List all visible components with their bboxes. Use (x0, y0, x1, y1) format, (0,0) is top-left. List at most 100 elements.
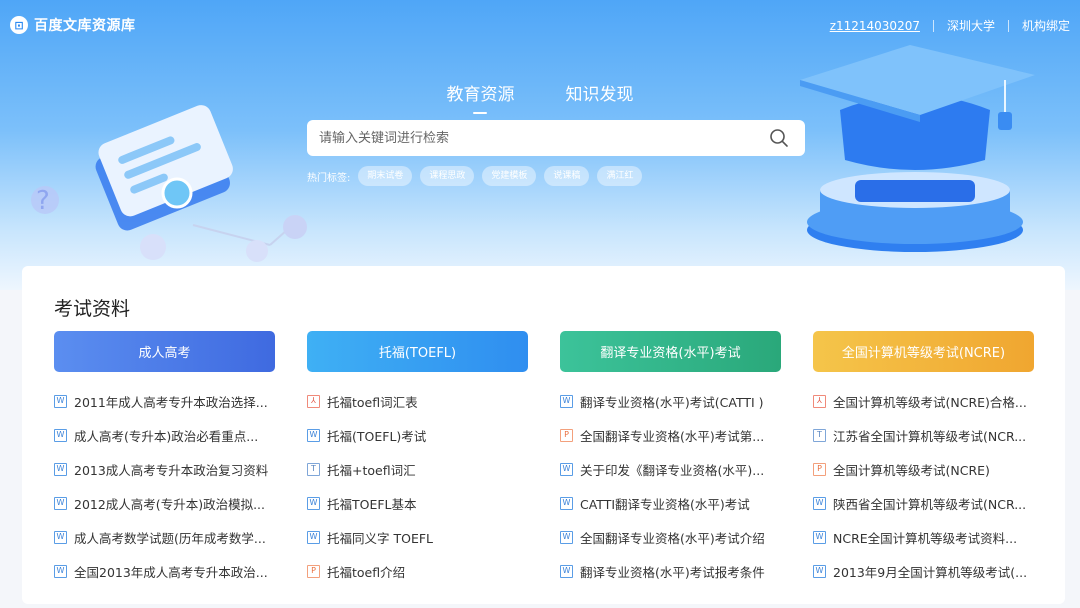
word-file-icon: W (560, 564, 573, 578)
hot-tag[interactable]: 说课稿 (544, 166, 590, 186)
document-list: W 翻译专业资格(水平)考试(CATTI ) P 全国翻译专业资格(水平)考试第...… (560, 384, 781, 588)
document-list-item[interactable]: W 成人高考(专升本)政治必看重点... (54, 418, 275, 452)
hot-tags: 热门标签: 期末试卷 课程思政 党建模板 说课稿 满江红 (307, 166, 650, 186)
hot-tag[interactable]: 党建模板 (482, 166, 537, 186)
document-title: CATTI翻译专业资格(水平)考试 (580, 496, 750, 512)
ppt-file-icon: P (813, 462, 826, 476)
main-tabs: 教育资源 知识发现 (0, 80, 1080, 114)
document-list-item[interactable]: P 全国计算机等级考试(NCRE) (813, 452, 1034, 486)
document-list-item[interactable]: W 全国2013年成人高考专升本政治... (54, 554, 275, 588)
document-title: 2013年9月全国计算机等级考试(... (833, 564, 1028, 580)
category-column: 托福(TOEFL) ⅄ 托福toefl词汇表 W 托福(TOEFL)考试 T 托福+toef… (307, 331, 528, 588)
document-title: 陕西省全国计算机等级考试(NCR... (833, 496, 1027, 512)
document-title: 全国计算机等级考试(NCRE)合格... (833, 394, 1027, 410)
document-list-item[interactable]: W 成人高考数学试题(历年成考数学... (54, 520, 275, 554)
search-icon[interactable] (769, 128, 789, 148)
document-title: 托福TOEFL基本 (327, 496, 417, 512)
top-links: z11214030207 深圳大学 机构绑定 (830, 17, 1070, 34)
word-file-icon: W (560, 496, 573, 510)
document-list-item[interactable]: W 托福TOEFL基本 (307, 486, 528, 520)
word-file-icon: W (813, 564, 826, 578)
category-header-button[interactable]: 成人高考 (54, 331, 275, 372)
document-list-item[interactable]: W 翻译专业资格(水平)考试报考条件 (560, 554, 781, 588)
word-file-icon: W (54, 394, 67, 408)
svg-text:?: ? (36, 186, 50, 216)
ppt-file-icon: P (307, 564, 320, 578)
search-input[interactable] (307, 120, 747, 156)
logo-text: 百度文库资源库 (34, 18, 136, 34)
pdf-file-icon: ⅄ (813, 394, 826, 408)
document-list: ⅄ 托福toefl词汇表 W 托福(TOEFL)考试 T 托福+toefl词汇 W 托福TOE… (307, 384, 528, 588)
category-column: 全国计算机等级考试(NCRE) ⅄ 全国计算机等级考试(NCRE)合格... T 江苏省… (813, 331, 1034, 588)
document-list-item[interactable]: ⅄ 全国计算机等级考试(NCRE)合格... (813, 384, 1034, 418)
logo-mark-icon: ⊡ (10, 16, 28, 34)
tab-education-resources[interactable]: 教育资源 (446, 80, 514, 114)
word-file-icon: W (54, 462, 67, 476)
document-title: 成人高考数学试题(历年成考数学... (74, 530, 266, 546)
document-list-item[interactable]: W 2013成人高考专升本政治复习资料 (54, 452, 275, 486)
document-list-item[interactable]: P 全国翻译专业资格(水平)考试第... (560, 418, 781, 452)
document-list-item[interactable]: W 翻译专业资格(水平)考试(CATTI ) (560, 384, 781, 418)
document-title: 2012成人高考(专升本)政治模拟... (74, 496, 265, 512)
divider (1007, 19, 1009, 32)
hot-tag[interactable]: 期末试卷 (358, 166, 413, 186)
document-title: 全国翻译专业资格(水平)考试介绍 (580, 530, 765, 546)
hot-tags-label: 热门标签: (307, 172, 351, 184)
word-file-icon: W (560, 462, 573, 476)
section-title: 考试资料 (54, 298, 131, 320)
word-file-icon: W (560, 530, 573, 544)
word-file-icon: W (54, 564, 67, 578)
document-title: 托福+toefl词汇 (327, 462, 416, 478)
text-file-icon: T (813, 428, 826, 442)
text-file-icon: T (307, 462, 320, 476)
document-list-item[interactable]: W NCRE全国计算机等级考试资料... (813, 520, 1034, 554)
document-illustration-icon: ? (31, 105, 307, 262)
school-link[interactable]: 深圳大学 (947, 17, 995, 34)
document-list-item[interactable]: W 托福(TOEFL)考试 (307, 418, 528, 452)
document-list-item[interactable]: W 关于印发《翻译专业资格(水平)... (560, 452, 781, 486)
document-title: 全国2013年成人高考专升本政治... (74, 564, 268, 580)
document-list-item[interactable]: T 托福+toefl词汇 (307, 452, 528, 486)
document-list-item[interactable]: T 江苏省全国计算机等级考试(NCR... (813, 418, 1034, 452)
document-list-item[interactable]: ⅄ 托福toefl词汇表 (307, 384, 528, 418)
category-header-button[interactable]: 托福(TOEFL) (307, 331, 528, 372)
hot-tag[interactable]: 满江红 (597, 166, 643, 186)
document-list-item[interactable]: W 托福同义字 TOEFL (307, 520, 528, 554)
document-list-item[interactable]: W 2013年9月全国计算机等级考试(... (813, 554, 1034, 588)
word-file-icon: W (813, 530, 826, 544)
document-title: 全国翻译专业资格(水平)考试第... (580, 428, 765, 444)
document-title: 全国计算机等级考试(NCRE) (833, 462, 990, 478)
category-header-button[interactable]: 全国计算机等级考试(NCRE) (813, 331, 1034, 372)
ppt-file-icon: P (560, 428, 573, 442)
document-list: ⅄ 全国计算机等级考试(NCRE)合格... T 江苏省全国计算机等级考试(NCR..… (813, 384, 1034, 588)
document-list-item[interactable]: W CATTI翻译专业资格(水平)考试 (560, 486, 781, 520)
document-list-item[interactable]: W 2012成人高考(专升本)政治模拟... (54, 486, 275, 520)
document-title: 托福toefl词汇表 (327, 394, 418, 410)
document-list-item[interactable]: W 2011年成人高考专升本政治选择... (54, 384, 275, 418)
word-file-icon: W (560, 394, 573, 408)
top-bar: ⊡ 百度文库资源库 z11214030207 深圳大学 机构绑定 (0, 0, 1080, 50)
category-column: 成人高考 W 2011年成人高考专升本政治选择... W 成人高考(专升本)政治必看重点… (54, 331, 275, 588)
document-title: NCRE全国计算机等级考试资料... (833, 530, 1018, 546)
document-list-item[interactable]: W 陕西省全国计算机等级考试(NCR... (813, 486, 1034, 520)
document-list: W 2011年成人高考专升本政治选择... W 成人高考(专升本)政治必看重点... W… (54, 384, 275, 588)
document-title: 2013成人高考专升本政治复习资料 (74, 462, 269, 478)
category-header-button[interactable]: 翻译专业资格(水平)考试 (560, 331, 781, 372)
user-account-link[interactable]: z11214030207 (830, 19, 920, 33)
search-box (307, 120, 805, 156)
document-title: 关于印发《翻译专业资格(水平)... (580, 462, 765, 478)
document-title: 翻译专业资格(水平)考试(CATTI ) (580, 394, 764, 410)
word-file-icon: W (54, 428, 67, 442)
tab-knowledge-discovery[interactable]: 知识发现 (566, 80, 634, 105)
category-column: 翻译专业资格(水平)考试 W 翻译专业资格(水平)考试(CATTI ) P 全国翻译专业… (560, 331, 781, 588)
document-list-item[interactable]: W 全国翻译专业资格(水平)考试介绍 (560, 520, 781, 554)
bind-institution-link[interactable]: 机构绑定 (1022, 17, 1070, 34)
document-list-item[interactable]: P 托福toefl介绍 (307, 554, 528, 588)
graduation-cap-icon (800, 45, 1035, 252)
word-file-icon: W (813, 496, 826, 510)
exam-materials-card: 考试资料 成人高考 W 2011年成人高考专升本政治选择... W 成人高考(专升本)政… (22, 266, 1065, 604)
hot-tag[interactable]: 课程思政 (420, 166, 475, 186)
word-file-icon: W (54, 530, 67, 544)
logo[interactable]: ⊡ 百度文库资源库 (10, 15, 136, 35)
document-title: 成人高考(专升本)政治必看重点... (74, 428, 259, 444)
